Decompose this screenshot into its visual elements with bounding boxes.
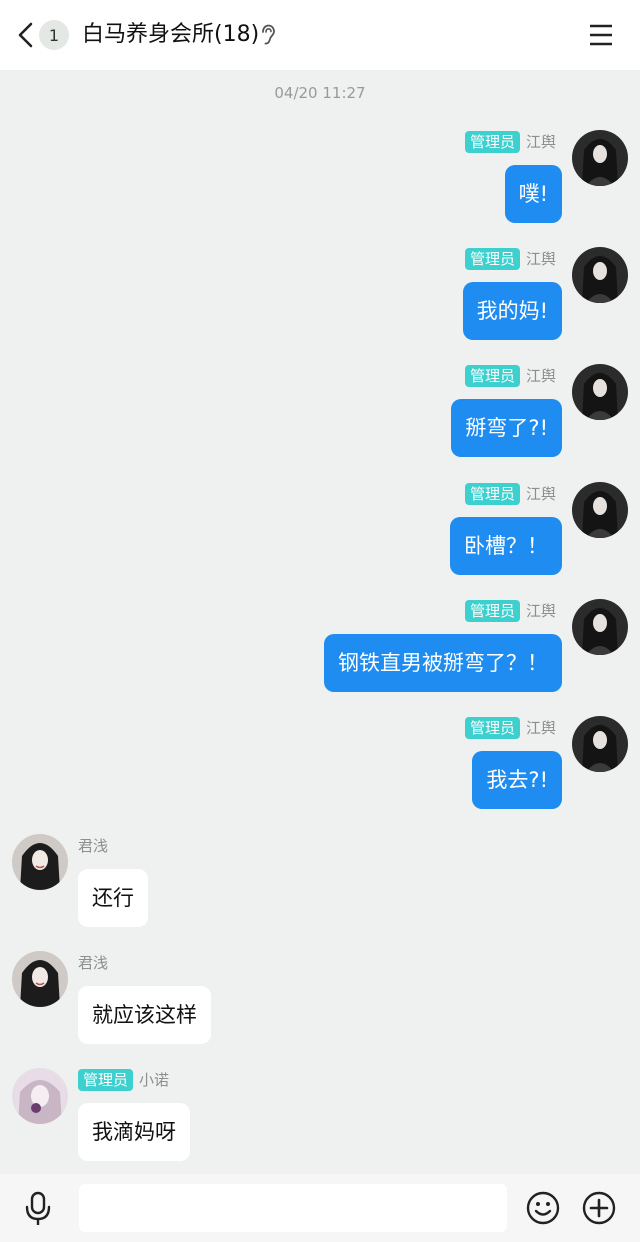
role-badge: 管理员	[464, 483, 520, 505]
message-bubble[interactable]: 掰弯了?!	[451, 399, 562, 457]
avatar[interactable]	[572, 599, 628, 655]
unread-count-badge[interactable]: 1	[39, 20, 69, 50]
message-meta: 管理员 江舆	[464, 365, 556, 387]
avatar[interactable]	[12, 951, 68, 1007]
chat-header: 1 白马养身会所(18)	[0, 0, 640, 70]
microphone-icon[interactable]	[24, 1191, 52, 1227]
role-badge: 管理员	[464, 131, 520, 153]
avatar[interactable]	[572, 364, 628, 420]
ear-icon[interactable]	[259, 24, 277, 46]
message-bubble[interactable]: 我去?!	[472, 751, 562, 809]
avatar[interactable]	[12, 834, 68, 890]
avatar[interactable]	[572, 716, 628, 772]
avatar[interactable]	[572, 247, 628, 303]
message-bubble[interactable]: 噗!	[504, 165, 562, 223]
sender-name: 江舆	[525, 133, 556, 151]
sender-name: 君浅	[78, 837, 109, 855]
message-row: 君浅 还行	[0, 834, 640, 944]
message-row: 管理员 江舆 卧槽？！	[0, 482, 640, 592]
sender-name: 江舆	[525, 367, 556, 385]
message-row: 管理员 小诺 我滴妈呀	[0, 1068, 640, 1178]
sender-name: 江舆	[525, 602, 556, 620]
message-timestamp: 04/20 11:27	[274, 84, 366, 102]
chat-title: 白马养身会所(18)	[82, 22, 260, 47]
role-badge: 管理员	[464, 717, 520, 739]
message-meta: 管理员 小诺	[78, 1069, 169, 1091]
message-row: 管理员 江舆 掰弯了?!	[0, 364, 640, 474]
chevron-left-icon[interactable]	[14, 20, 38, 50]
message-bubble[interactable]: 还行	[78, 869, 148, 927]
message-meta: 管理员 江舆	[464, 131, 556, 153]
input-bar	[0, 1174, 640, 1242]
message-bubble[interactable]: 我滴妈呀	[78, 1103, 190, 1161]
role-badge: 管理员	[464, 248, 520, 270]
message-bubble[interactable]: 就应该这样	[78, 986, 211, 1044]
avatar[interactable]	[572, 482, 628, 538]
sender-name: 江舆	[525, 485, 556, 503]
message-meta: 君浅	[78, 952, 108, 974]
sender-name: 江舆	[525, 719, 556, 737]
message-meta: 管理员 江舆	[464, 483, 556, 505]
plus-circle-icon[interactable]	[582, 1191, 616, 1225]
sender-name: 君浅	[78, 954, 109, 972]
menu-icon[interactable]	[589, 23, 613, 47]
role-badge: 管理员	[78, 1069, 134, 1091]
sender-name: 江舆	[525, 250, 556, 268]
role-badge: 管理员	[464, 600, 520, 622]
message-row: 君浅 就应该这样	[0, 951, 640, 1061]
message-row: 管理员 江舆 我的妈!	[0, 247, 640, 357]
message-row: 管理员 江舆 我去?!	[0, 716, 640, 826]
message-bubble[interactable]: 卧槽？！	[450, 517, 562, 575]
avatar[interactable]	[12, 1068, 68, 1124]
message-meta: 管理员 江舆	[464, 717, 556, 739]
message-meta: 君浅	[78, 835, 108, 857]
message-meta: 管理员 江舆	[464, 248, 556, 270]
message-bubble[interactable]: 钢铁直男被掰弯了？！	[324, 634, 562, 692]
message-meta: 管理员 江舆	[464, 600, 556, 622]
role-badge: 管理员	[464, 365, 520, 387]
message-bubble[interactable]: 我的妈!	[462, 282, 562, 340]
emoji-icon[interactable]	[526, 1191, 560, 1225]
message-input[interactable]	[79, 1184, 507, 1232]
avatar[interactable]	[572, 130, 628, 186]
message-row: 管理员 江舆 噗!	[0, 130, 640, 240]
sender-name: 小诺	[139, 1071, 170, 1089]
message-row: 管理员 江舆 钢铁直男被掰弯了？！	[0, 599, 640, 709]
